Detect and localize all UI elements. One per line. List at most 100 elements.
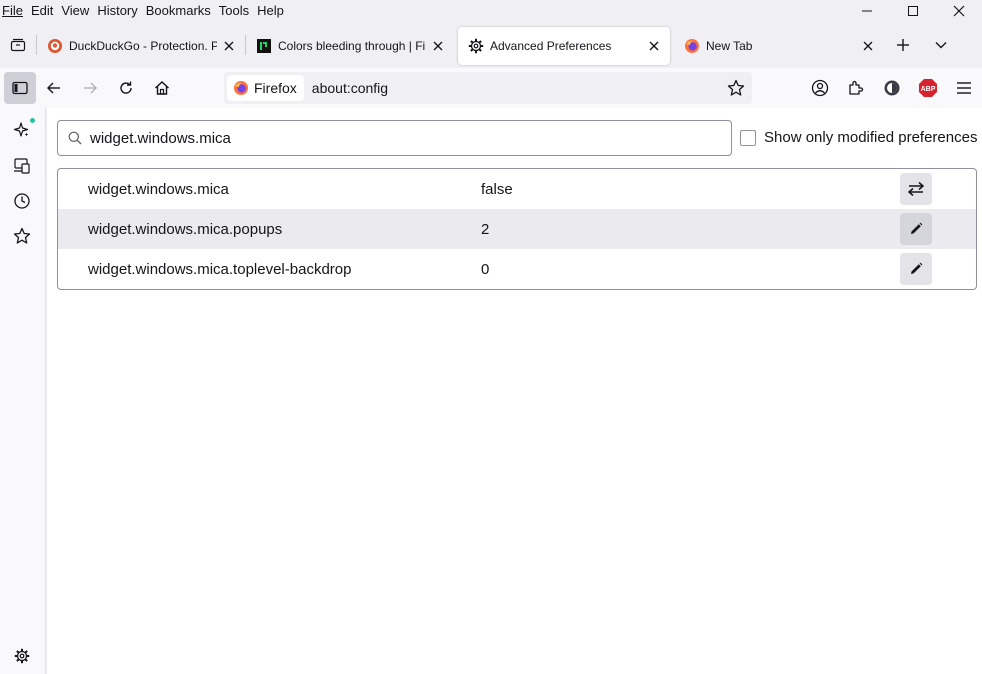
navigation-toolbar: Firefox about:config ABP: [0, 68, 982, 108]
ai-chatbot-button[interactable]: [10, 118, 35, 142]
account-button[interactable]: [802, 72, 838, 104]
tab-title: Advanced Preferences: [490, 39, 612, 53]
firefox-icon: [685, 39, 699, 53]
tab-colors-bleeding[interactable]: Colors bleeding through | Fire: [246, 27, 454, 65]
hamburger-icon: [957, 82, 971, 94]
puzzle-icon: [849, 80, 864, 95]
sidebar-toggle-button[interactable]: [4, 72, 36, 104]
tab-new-tab[interactable]: New Tab: [674, 27, 884, 65]
back-button[interactable]: [36, 72, 72, 104]
plus-icon: [897, 39, 909, 51]
pref-value: 2: [481, 220, 490, 238]
account-icon: [811, 79, 829, 97]
pencil-icon: [911, 262, 923, 274]
app-menu-button[interactable]: [946, 72, 982, 104]
menu-history[interactable]: History: [94, 3, 142, 19]
about-config-page: Show only modified preferences widget.wi…: [47, 108, 982, 674]
search-icon: [68, 131, 82, 145]
pref-name: widget.windows.mica.popups: [88, 220, 283, 238]
reload-button[interactable]: [108, 72, 144, 104]
list-all-tabs-button[interactable]: [922, 24, 960, 66]
minimize-icon: [862, 10, 872, 12]
menu-tools[interactable]: Tools: [216, 3, 254, 19]
tab-title: New Tab: [706, 39, 753, 53]
edit-button[interactable]: [900, 213, 932, 245]
window-controls: [844, 0, 982, 22]
tab-close-button[interactable]: [860, 38, 876, 54]
new-tab-button[interactable]: [884, 24, 922, 66]
sidebar-settings-button[interactable]: [10, 644, 34, 668]
pencil-icon: [911, 222, 923, 234]
identity-label: Firefox: [254, 80, 297, 96]
notification-dot: [30, 118, 35, 123]
toolbar-right: ABP: [802, 72, 982, 104]
menu-bar: File Edit View History Bookmarks Tools H…: [0, 0, 982, 22]
synced-tabs-button[interactable]: [10, 154, 34, 178]
bookmarks-button[interactable]: [10, 224, 34, 248]
toggle-arrows-icon: [907, 181, 925, 197]
menu-bookmarks[interactable]: Bookmarks: [143, 3, 216, 19]
gear-icon: [468, 38, 484, 54]
star-icon: [727, 79, 745, 96]
identity-box[interactable]: Firefox: [227, 75, 304, 101]
pref-value: 0: [481, 260, 490, 278]
back-arrow-icon: [47, 82, 60, 94]
sidebar-icon: [12, 81, 28, 95]
chevron-down-icon: [935, 42, 947, 49]
menu-edit[interactable]: Edit: [28, 3, 58, 19]
tab-advanced-preferences[interactable]: Advanced Preferences: [458, 27, 670, 65]
duckduckgo-icon: [48, 39, 62, 53]
tab-duckduckgo[interactable]: DuckDuckGo - Protection. Priv: [37, 27, 245, 65]
close-icon: [649, 41, 659, 51]
close-icon: [224, 41, 234, 51]
reload-icon: [120, 81, 132, 94]
menu-help[interactable]: Help: [254, 3, 289, 19]
preferences-table: widget.windows.mica false widget.windows…: [57, 168, 977, 290]
gear-icon: [14, 648, 30, 664]
bookmark-star-button[interactable]: [724, 76, 748, 100]
show-modified-label: Show only modified preferences: [764, 129, 978, 146]
tab-close-button[interactable]: [430, 38, 446, 54]
maximize-button[interactable]: [890, 0, 936, 22]
history-button[interactable]: [10, 189, 34, 213]
table-row: widget.windows.mica.popups 2: [58, 209, 976, 249]
home-button[interactable]: [144, 72, 180, 104]
tab-strip: DuckDuckGo - Protection. Priv Colors ble…: [0, 24, 982, 66]
tab-close-button[interactable]: [646, 38, 662, 54]
url-text[interactable]: about:config: [312, 80, 388, 96]
edit-button[interactable]: [900, 253, 932, 285]
adblock-plus-icon: ABP: [919, 79, 937, 97]
close-window-button[interactable]: [936, 0, 982, 22]
url-bar[interactable]: Firefox about:config: [224, 72, 752, 104]
toggle-button[interactable]: [900, 173, 932, 205]
maximize-icon: [908, 6, 918, 16]
sparkle-icon: [13, 122, 29, 137]
forward-button[interactable]: [72, 72, 108, 104]
shield-extension-icon: [884, 80, 900, 96]
svg-text:ABP: ABP: [921, 86, 936, 93]
firefox-icon: [234, 81, 248, 95]
show-modified-toggle[interactable]: Show only modified preferences: [740, 129, 977, 146]
minimize-button[interactable]: [844, 0, 890, 22]
tab-title: Colors bleeding through | Fire: [278, 39, 426, 53]
synced-tabs-icon: [14, 158, 30, 174]
firefox-view-button[interactable]: [0, 24, 36, 66]
adblock-plus-button[interactable]: ABP: [910, 72, 946, 104]
privacy-extension-button[interactable]: [874, 72, 910, 104]
search-input[interactable]: [90, 129, 690, 147]
terminal-favicon-icon: [257, 39, 271, 53]
tab-title: DuckDuckGo - Protection. Priv: [69, 39, 217, 53]
menu-file[interactable]: File: [0, 3, 28, 19]
close-icon: [953, 5, 965, 17]
clock-icon: [14, 193, 30, 209]
extensions-button[interactable]: [838, 72, 874, 104]
table-row: widget.windows.mica false: [58, 169, 976, 209]
pref-name: widget.windows.mica.toplevel-backdrop: [88, 260, 352, 278]
sidebar: [0, 108, 46, 674]
show-modified-checkbox[interactable]: [740, 129, 756, 146]
menu-view[interactable]: View: [58, 3, 94, 19]
firefox-view-icon: [10, 38, 26, 52]
preference-search-box[interactable]: [57, 120, 732, 156]
pref-name: widget.windows.mica: [88, 180, 229, 198]
tab-close-button[interactable]: [221, 38, 237, 54]
